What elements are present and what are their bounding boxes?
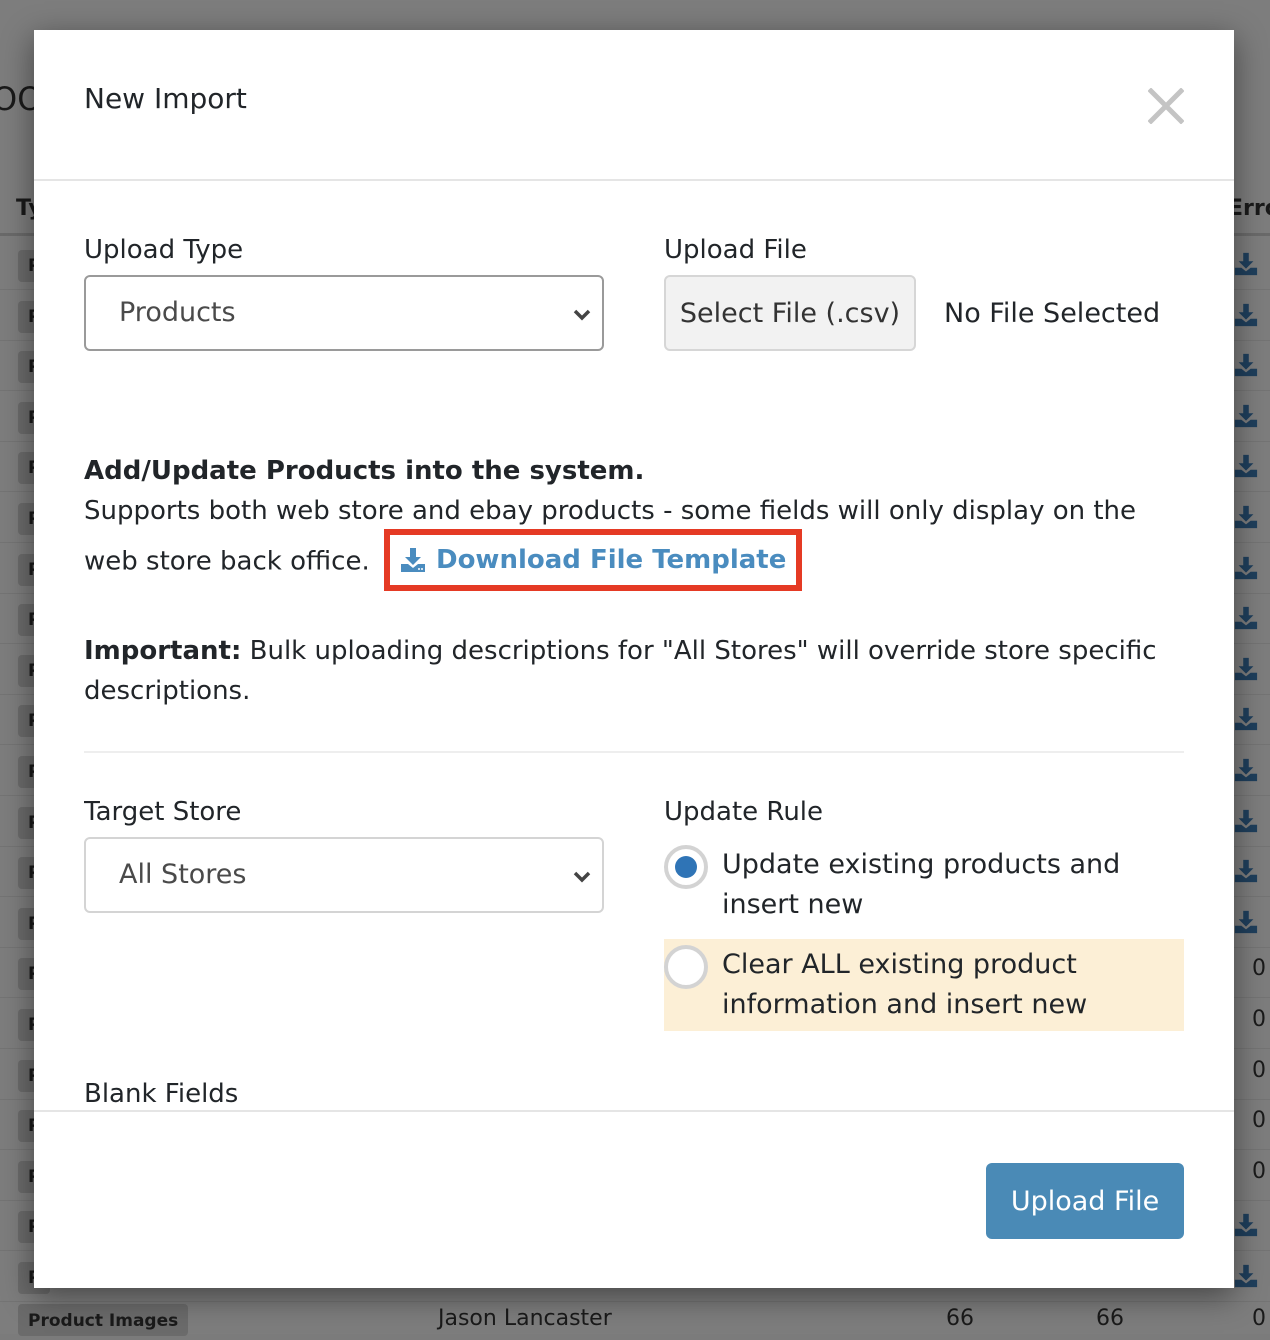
upload-description: Add/Update Products into the system. Sup… bbox=[84, 451, 1184, 593]
download-errors-icon[interactable] bbox=[1234, 910, 1258, 934]
download-errors-icon[interactable] bbox=[1234, 859, 1258, 883]
target-store-select[interactable]: All Stores bbox=[84, 837, 604, 913]
radio-button[interactable] bbox=[664, 945, 708, 989]
download-errors-icon[interactable] bbox=[1234, 454, 1258, 478]
section-divider bbox=[84, 751, 1184, 753]
modal-body: Upload Type Products Upload File Select … bbox=[84, 181, 1184, 1110]
table-row: Product Images Jason Lancaster 66 66 0 bbox=[0, 1300, 1270, 1340]
target-store-value: All Stores bbox=[119, 859, 247, 890]
close-button[interactable] bbox=[1147, 87, 1185, 125]
download-errors-icon[interactable] bbox=[1234, 556, 1258, 580]
errors-cell: 0 bbox=[1252, 1057, 1266, 1083]
download-errors-icon[interactable] bbox=[1234, 758, 1258, 782]
download-errors-icon[interactable] bbox=[1234, 353, 1258, 377]
new-import-modal: New Import Upload Type Products Upload F… bbox=[34, 30, 1234, 1288]
radio-label: Clear ALL existing product information a… bbox=[722, 949, 1088, 1020]
update-rule-label: Update Rule bbox=[664, 797, 824, 827]
upload-type-group: Upload Type Products bbox=[84, 235, 604, 351]
select-file-button[interactable]: Select File (.csv) bbox=[664, 275, 916, 351]
file-status: No File Selected bbox=[944, 297, 1161, 329]
download-errors-icon[interactable] bbox=[1234, 1213, 1258, 1237]
radio-label: Update existing products and insert new bbox=[722, 849, 1121, 920]
download-errors-icon[interactable] bbox=[1234, 1264, 1258, 1288]
download-errors-icon[interactable] bbox=[1234, 707, 1258, 731]
modal-header: New Import bbox=[34, 30, 1234, 181]
description-heading: Add/Update Products into the system. bbox=[84, 456, 645, 486]
upload-file-button[interactable]: Upload File bbox=[986, 1163, 1184, 1239]
upload-type-select[interactable]: Products bbox=[84, 275, 604, 351]
update-rule-option-update[interactable]: Update existing products and insert new bbox=[664, 839, 1184, 931]
count-cell: 66 bbox=[1096, 1306, 1124, 1331]
radio-button-checked[interactable] bbox=[664, 845, 708, 889]
important-text: Bulk uploading descriptions for "All Sto… bbox=[84, 636, 1157, 706]
upload-type-label: Upload Type bbox=[84, 235, 244, 265]
important-label: Important: bbox=[84, 636, 242, 666]
update-rule-group: Update Rule Update existing products and… bbox=[664, 797, 1184, 1031]
upload-type-value: Products bbox=[119, 297, 236, 328]
download-errors-icon[interactable] bbox=[1234, 303, 1258, 327]
modal-title: New Import bbox=[84, 82, 247, 115]
errors-cell: 0 bbox=[1252, 1007, 1266, 1032]
download-errors-icon[interactable] bbox=[1234, 252, 1258, 276]
errors-cell: 0 bbox=[1252, 1158, 1266, 1184]
errors-cell: 0 bbox=[1252, 1108, 1266, 1134]
errors-cell: 0 bbox=[1252, 956, 1266, 982]
download-errors-icon[interactable] bbox=[1234, 404, 1258, 428]
upload-file-label: Upload File bbox=[664, 235, 807, 265]
update-rule-option-clear[interactable]: Clear ALL existing product information a… bbox=[664, 939, 1184, 1031]
count-cell: 66 bbox=[946, 1306, 974, 1331]
download-icon bbox=[400, 548, 425, 572]
chevron-down-icon bbox=[573, 309, 591, 321]
table-header-errors: Erro bbox=[1228, 196, 1270, 221]
important-note: Important: Bulk uploading descriptions f… bbox=[84, 631, 1184, 711]
type-badge: Product Images bbox=[18, 1304, 189, 1336]
errors-cell: 0 bbox=[1252, 1306, 1266, 1331]
download-template-link[interactable]: Download File Template bbox=[383, 529, 803, 591]
target-store-group: Target Store All Stores bbox=[84, 797, 604, 1031]
download-errors-icon[interactable] bbox=[1234, 505, 1258, 529]
user-cell: Jason Lancaster bbox=[438, 1306, 612, 1331]
chevron-down-icon bbox=[573, 871, 591, 883]
modal-footer: Upload File bbox=[34, 1110, 1234, 1288]
close-icon bbox=[1147, 87, 1185, 125]
target-store-label: Target Store bbox=[84, 797, 242, 827]
download-errors-icon[interactable] bbox=[1234, 606, 1258, 630]
blank-fields-label: Blank Fields bbox=[84, 1079, 239, 1109]
download-errors-icon[interactable] bbox=[1234, 809, 1258, 833]
download-template-label: Download File Template bbox=[435, 545, 787, 575]
upload-file-group: Upload File Select File (.csv) No File S… bbox=[664, 235, 1184, 351]
download-errors-icon[interactable] bbox=[1234, 657, 1258, 681]
